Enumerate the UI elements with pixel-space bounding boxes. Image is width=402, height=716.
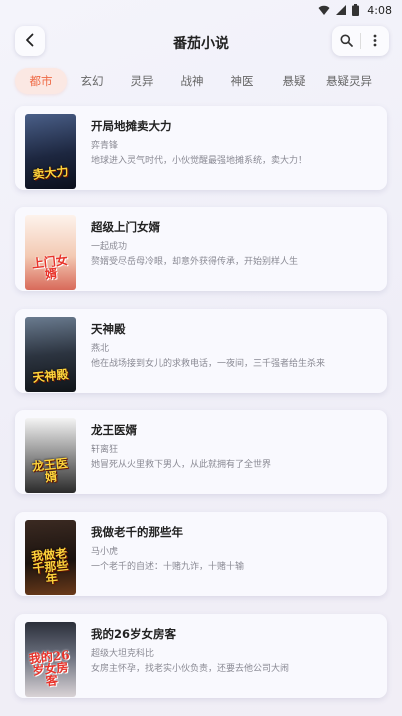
status-time: 4:08 (367, 3, 392, 17)
book-card[interactable]: 龙王医婿 龙王医婿 轩离狂 她冒死从火里救下男人，从此就拥有了全世界 (15, 410, 387, 494)
book-cover: 卖大力 (25, 114, 76, 189)
cover-title: 我做老千那些年 (30, 546, 70, 587)
book-description: 地球进入灵气时代，小伙觉醒最强地摊系统，卖大力！ (91, 156, 308, 166)
book-cover: 上门女婿 (25, 215, 76, 290)
book-description: 她冒死从火里救下男人，从此就拥有了全世界 (91, 460, 272, 470)
tab-lingyi[interactable]: 灵异 (117, 68, 167, 94)
status-bar: 4:08 (0, 0, 402, 20)
category-tabs: 都市 玄幻 灵异 战神 神医 悬疑 悬疑灵异 (15, 68, 392, 94)
book-card[interactable]: 我做老千那些年 我做老千的那些年 马小虎 一个老千的自述：十赌九诈，十赌十输 (15, 512, 387, 596)
header-actions (332, 26, 389, 56)
book-title: 我做老千的那些年 (91, 525, 183, 539)
tab-xuanyi[interactable]: 悬疑 (267, 68, 321, 94)
book-cover: 天神殿 (25, 317, 76, 392)
tab-xuanyi-lingyi[interactable]: 悬疑灵异 (321, 68, 377, 94)
book-description: 他在战场接到女儿的求救电话，一夜间，三千强者给生杀来 (91, 359, 326, 369)
app-header: 番茄小说 (0, 26, 402, 60)
cover-title: 我的26岁女房客 (28, 647, 71, 689)
book-card[interactable]: 天神殿 天神殿 燕北 他在战场接到女儿的求救电话，一夜间，三千强者给生杀来 (15, 309, 387, 393)
more-button[interactable] (361, 26, 389, 56)
book-author: 燕北 (91, 344, 110, 354)
signal-icon (336, 4, 347, 16)
book-title: 天神殿 (91, 322, 126, 336)
more-vertical-icon (373, 32, 377, 51)
book-author: 一起成功 (91, 242, 128, 252)
book-author: 弈青锋 (91, 141, 119, 151)
cover-title: 上门女婿 (31, 253, 69, 282)
wifi-icon (318, 5, 330, 16)
book-title: 我的26岁女房客 (91, 627, 177, 641)
book-cover: 我的26岁女房客 (25, 622, 76, 697)
book-card[interactable]: 卖大力 开局地摊卖大力 弈青锋 地球进入灵气时代，小伙觉醒最强地摊系统，卖大力！ (15, 106, 387, 190)
book-description: 女房主怀孕，找老实小伙负责，还要去他公司大闹 (91, 664, 290, 674)
search-button[interactable] (332, 26, 360, 56)
book-description: 一个老千的自述：十赌九诈，十赌十输 (91, 562, 245, 572)
book-title: 开局地摊卖大力 (91, 119, 172, 133)
book-author: 马小虎 (91, 547, 119, 557)
book-author: 轩离狂 (91, 445, 119, 455)
book-cover: 龙王医婿 (25, 418, 76, 493)
book-card[interactable]: 我的26岁女房客 我的26岁女房客 超级大坦克科比 女房主怀孕，找老实小伙负责，… (15, 614, 387, 698)
tab-dushi[interactable]: 都市 (15, 68, 67, 94)
tab-zhanshen[interactable]: 战神 (167, 68, 217, 94)
cover-title: 天神殿 (31, 367, 70, 385)
tab-shenyi[interactable]: 神医 (217, 68, 267, 94)
cover-title: 龙王医婿 (31, 456, 69, 485)
book-title: 超级上门女婿 (91, 220, 160, 234)
tab-xuanhuan[interactable]: 玄幻 (67, 68, 117, 94)
cover-title: 卖大力 (31, 164, 70, 182)
search-icon (340, 32, 353, 51)
book-cover: 我做老千那些年 (25, 520, 76, 595)
book-card[interactable]: 上门女婿 超级上门女婿 一起成功 赘婿受尽岳母冷眼，却意外获得传承，开始别样人生 (15, 207, 387, 291)
book-author: 超级大坦克科比 (91, 649, 155, 659)
book-title: 龙王医婿 (91, 423, 137, 437)
book-description: 赘婿受尽岳母冷眼，却意外获得传承，开始别样人生 (91, 257, 299, 267)
battery-icon (352, 4, 360, 16)
